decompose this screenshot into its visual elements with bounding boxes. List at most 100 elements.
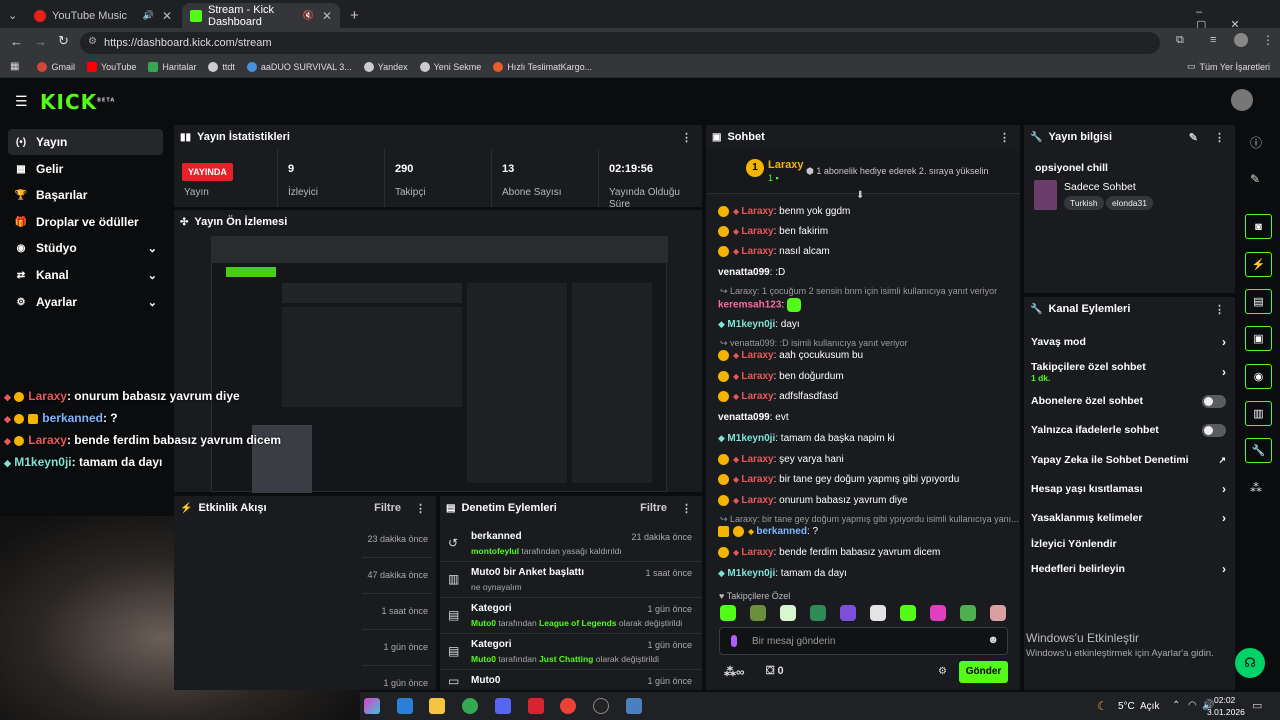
close-icon[interactable]: ✕ — [322, 9, 332, 23]
tray-chevron-icon[interactable]: ⌃ — [1172, 700, 1180, 711]
toggle-switch[interactable] — [1202, 394, 1226, 408]
send-button[interactable]: Gönder — [959, 661, 1008, 683]
gift-counter[interactable]: ⛋ 0 — [766, 665, 784, 678]
emote-icon[interactable] — [840, 605, 856, 621]
hamburger-menu-icon[interactable]: ☰ — [15, 93, 28, 110]
file-explorer-icon[interactable] — [429, 698, 445, 714]
media-icon[interactable]: ≡ — [1210, 34, 1216, 46]
sidebar-item-achievements[interactable]: 🏆 Başarılar — [8, 182, 163, 208]
close-icon[interactable]: ✕ — [162, 9, 172, 23]
emote-icon[interactable] — [930, 605, 946, 621]
sidebar-item-settings[interactable]: ⚙ Ayarlar ⌄ — [8, 289, 163, 315]
profile-avatar[interactable] — [1234, 33, 1248, 47]
edit-icon[interactable]: ✎ — [1250, 172, 1260, 186]
back-icon[interactable]: ← — [10, 34, 23, 49]
emote-icon[interactable] — [990, 605, 1006, 621]
rail-wrench-button[interactable]: 🔧 — [1245, 438, 1272, 463]
sidebar-item-revenue[interactable]: ▦ Gelir — [8, 156, 163, 182]
emote-icon[interactable] — [900, 605, 916, 621]
sidebar-item-drops[interactable]: 🎁 Droplar ve ödüller — [8, 209, 163, 235]
bookmark-new-tab[interactable]: Yeni Sekme — [419, 61, 481, 72]
emoji-icon[interactable]: ☻ — [987, 634, 999, 646]
bookmark-maps[interactable]: Haritalar — [148, 61, 196, 72]
points-icon[interactable]: ⁂ — [1250, 481, 1262, 495]
clock-date[interactable]: 3.01.2026 — [1207, 707, 1245, 717]
info-icon[interactable]: ⓘ — [1250, 134, 1262, 151]
bookmark-kargo[interactable]: Hızlı TeslimatKargo... — [493, 61, 592, 72]
app-icon[interactable] — [528, 698, 544, 714]
bookmark-duo[interactable]: aaDUO SURVIVAL 3... — [246, 61, 352, 72]
action-slow-mode[interactable]: Yavaş mod › — [1031, 335, 1226, 349]
more-icon[interactable]: ⋮ — [415, 502, 426, 515]
bookmark-yandex[interactable]: Yandex — [363, 61, 408, 72]
discord-icon[interactable] — [495, 698, 511, 714]
action-emotes-only[interactable]: Yalnızca ifadelerle sohbet — [1031, 423, 1226, 437]
forward-icon[interactable]: → — [34, 34, 47, 49]
game-icon[interactable] — [626, 698, 642, 714]
wifi-icon[interactable]: ◠ — [1188, 700, 1197, 711]
edit-icon[interactable]: ✎ — [1189, 131, 1198, 144]
action-goals[interactable]: Hedefleri belirleyin › — [1031, 562, 1226, 576]
help-button[interactable]: ☊ — [1235, 648, 1265, 678]
gear-icon[interactable]: ⚙ — [938, 666, 947, 677]
tab-kick-dashboard[interactable]: Stream - Kick Dashboard 🔇 ✕ — [182, 3, 340, 28]
filter-button[interactable]: Filtre — [640, 502, 667, 514]
action-followers-only[interactable]: Takipçilere özel sohbet 1 dk. › — [1031, 361, 1226, 383]
mute-icon[interactable]: 🔇 — [303, 10, 314, 21]
tab-list-button[interactable]: ⌄ — [4, 3, 22, 28]
clock-time[interactable]: 02:02 — [1214, 695, 1235, 705]
new-tab-button[interactable]: + — [342, 3, 364, 28]
bookmark-ttdt[interactable]: ttdt — [208, 61, 235, 72]
bookmark-youtube[interactable]: YouTube — [86, 61, 136, 72]
action-raid[interactable]: İzleyici Yönlendir — [1031, 537, 1226, 551]
rail-lightning-button[interactable]: ⚡ — [1245, 252, 1272, 277]
stream-video-preview[interactable] — [211, 236, 668, 493]
kick-logo[interactable]: KICKBETA — [40, 90, 115, 114]
more-icon[interactable]: ⋮ — [1262, 33, 1274, 47]
action-ai-moderation[interactable]: Yapay Zeka ile Sohbet Denetimi ↗ — [1031, 453, 1226, 467]
rail-broadcast-button[interactable]: ◉ — [1245, 364, 1272, 389]
more-icon[interactable]: ⋮ — [1214, 303, 1225, 316]
chrome-icon[interactable] — [462, 698, 478, 714]
tag-chip[interactable]: Turkish — [1064, 196, 1104, 210]
speaker-icon[interactable]: 🔊 — [143, 10, 154, 21]
points-display[interactable]: ⁂∞ — [724, 665, 745, 679]
tab-youtube-music[interactable]: YouTube Music 🔊 ✕ — [26, 3, 180, 28]
tag-chip[interactable]: elonda31 — [1106, 196, 1153, 210]
chat-input[interactable]: Bir mesaj gönderin ☻ — [719, 627, 1008, 655]
chrome-alt-icon[interactable] — [560, 698, 576, 714]
rail-camera-button[interactable]: ◙ — [1245, 214, 1272, 239]
toggle-switch[interactable] — [1202, 423, 1226, 437]
action-subscribers-only[interactable]: Abonelere özel sohbet — [1031, 394, 1226, 408]
all-bookmarks[interactable]: ▭ Tüm Yer İşaretleri — [1187, 61, 1270, 72]
sidebar-item-stream[interactable]: (•) Yayın — [8, 129, 163, 155]
rail-document-button[interactable]: ▤ — [1245, 289, 1272, 314]
address-bar[interactable]: ⚙ https://dashboard.kick.com/stream — [80, 32, 1160, 54]
sidebar-item-channel[interactable]: ⇄ Kanal ⌄ — [8, 262, 163, 288]
more-icon[interactable]: ⋮ — [999, 131, 1010, 144]
rail-chat-button[interactable]: ▣ — [1245, 326, 1272, 351]
notification-icon[interactable]: ▭ — [1252, 699, 1262, 712]
emote-icon[interactable] — [780, 605, 796, 621]
outlook-icon[interactable] — [397, 698, 413, 714]
weather-desc[interactable]: Açık — [1140, 701, 1159, 712]
emote-icon[interactable] — [720, 605, 736, 621]
emote-icon[interactable] — [870, 605, 886, 621]
extensions-icon[interactable]: ⧉ — [1176, 34, 1184, 47]
sidebar-item-studio[interactable]: ◉ Stüdyo ⌄ — [8, 235, 163, 261]
more-icon[interactable]: ⋮ — [681, 131, 692, 144]
more-icon[interactable]: ⋮ — [681, 502, 692, 515]
category-name[interactable]: Sadece Sohbet — [1064, 181, 1136, 193]
more-icon[interactable]: ⋮ — [1214, 131, 1225, 144]
action-account-age[interactable]: Hesap yaşı kısıtlaması › — [1031, 482, 1226, 496]
weather-temp[interactable]: 5°C — [1118, 701, 1135, 712]
reload-icon[interactable]: ↻ — [58, 33, 69, 49]
user-avatar[interactable] — [1231, 89, 1253, 111]
filter-button[interactable]: Filtre — [374, 502, 401, 514]
action-banned-words[interactable]: Yasaklanmış kelimeler › — [1031, 511, 1226, 525]
emote-icon[interactable] — [960, 605, 976, 621]
site-info-icon[interactable]: ⚙ — [88, 36, 97, 47]
copilot-icon[interactable] — [364, 698, 380, 714]
emote-icon[interactable] — [810, 605, 826, 621]
bookmark-gmail[interactable]: Gmail — [37, 61, 75, 72]
